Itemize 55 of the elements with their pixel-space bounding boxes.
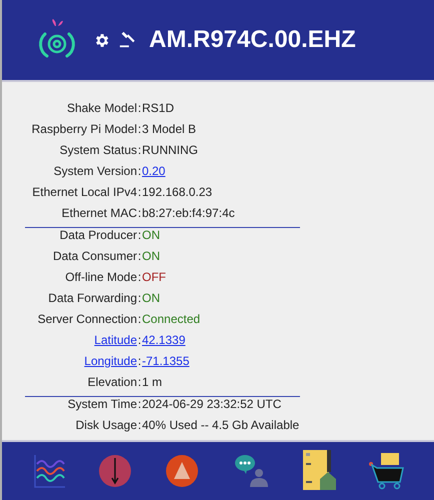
label-separator: : <box>137 164 142 178</box>
field-value: 1 m <box>142 375 162 389</box>
chat-person-icon[interactable] <box>232 453 269 489</box>
label-separator: : <box>137 418 142 432</box>
status-value: Connected <box>142 312 200 326</box>
waves-chart-icon[interactable] <box>32 454 65 488</box>
label-separator: : <box>137 333 142 347</box>
label-separator: : <box>137 249 142 263</box>
field-label: Ethernet MAC <box>62 206 137 220</box>
field-value: RUNNING <box>142 143 198 157</box>
cart-icon[interactable] <box>369 452 406 490</box>
field-label-link[interactable]: Longitude <box>84 354 137 368</box>
settings-icon[interactable] <box>93 32 110 48</box>
label-separator: : <box>137 291 142 305</box>
label-separator: : <box>137 397 142 411</box>
field-label: System Version <box>54 164 137 178</box>
status-value: ON <box>142 228 160 242</box>
field-label: Server Connection <box>38 312 137 326</box>
label-separator: : <box>137 312 142 326</box>
field-value: 3 Model B <box>142 122 196 136</box>
label-separator: : <box>137 270 142 284</box>
field-value: b8:27:eb:f4:97:4c <box>142 206 235 220</box>
label-separator: : <box>137 185 142 199</box>
field-value: RS1D <box>142 101 174 115</box>
field-value: 192.168.0.23 <box>142 185 212 199</box>
field-label: Off-line Mode <box>65 270 137 284</box>
label-separator: : <box>137 354 142 368</box>
field-value-link[interactable]: 42.1339 <box>142 333 186 347</box>
field-label-link[interactable]: Latitude <box>94 333 137 347</box>
field-label: Raspberry Pi Model <box>32 122 137 136</box>
status-value: ON <box>142 291 160 305</box>
label-separator: : <box>137 206 142 220</box>
field-value: 40% Used -- 4.5 Gb Available <box>142 418 300 432</box>
gavel-icon[interactable] <box>119 31 137 49</box>
status-value: OFF <box>142 270 166 284</box>
field-label: System Time <box>68 397 137 411</box>
label-separator: : <box>137 143 142 157</box>
field-value-link[interactable]: -71.1355 <box>142 354 190 368</box>
circuit-board-icon[interactable] <box>302 449 336 493</box>
status-value: ON <box>142 249 160 263</box>
field-label: Ethernet Local IPv4 <box>32 185 137 199</box>
label-separator: : <box>137 228 142 242</box>
field-label: Data Forwarding <box>48 291 137 305</box>
field-label: System Status <box>60 143 137 157</box>
field-label: Data Producer <box>60 228 137 242</box>
label-separator: : <box>137 101 142 115</box>
field-label: Shake Model <box>66 101 137 115</box>
label-separator: : <box>137 122 142 136</box>
label-separator: : <box>137 375 142 389</box>
field-value: 2024-06-29 23:32:52 UTC <box>142 397 282 411</box>
field-value-link[interactable]: 0.20 <box>142 164 166 178</box>
field-label: Elevation <box>88 375 137 389</box>
field-label: Disk Usage <box>76 418 137 432</box>
field-label: Data Consumer <box>52 249 137 263</box>
station-title: AM.R974C.00.EHZ <box>149 26 356 54</box>
